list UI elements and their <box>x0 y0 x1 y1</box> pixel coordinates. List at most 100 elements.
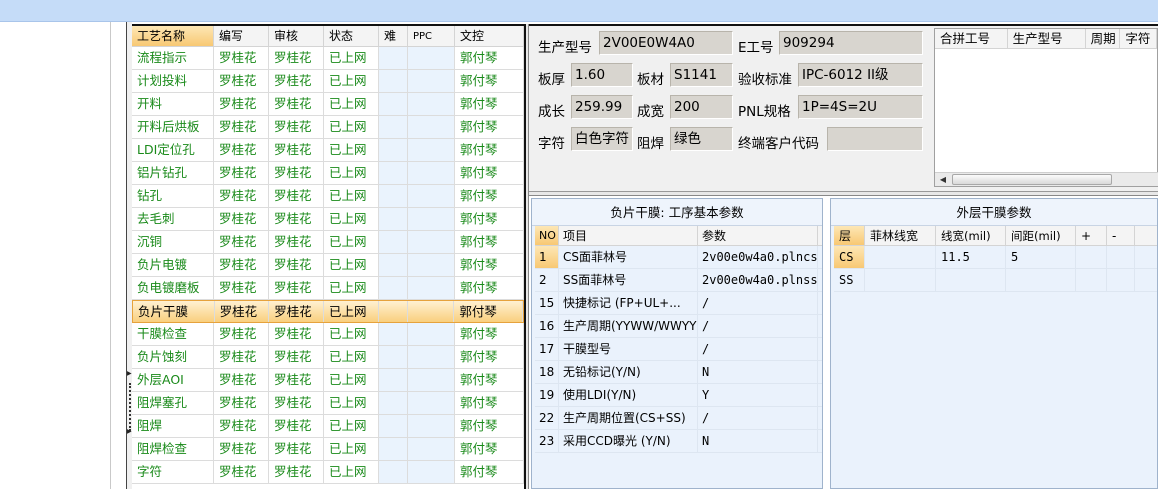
editor-cell: 罗桂花 <box>214 162 269 184</box>
table-row[interactable]: 流程指示 罗桂花 罗桂花 已上网 郭付琴 <box>132 47 524 70</box>
difficulty-cell <box>379 208 408 230</box>
process-name-cell: 阻焊检查 <box>132 438 214 460</box>
table-row[interactable]: 字符 罗桂花 罗桂花 已上网 郭付琴 <box>132 461 524 484</box>
col-header-difficulty[interactable]: 难 <box>379 26 408 46</box>
model-field[interactable]: 2V00E0W4A0 <box>599 31 733 55</box>
col-header-reviewer[interactable]: 审核 <box>269 26 324 46</box>
table-row[interactable]: 阻焊塞孔 罗桂花 罗桂花 已上网 郭付琴 <box>132 392 524 415</box>
reviewer-cell: 罗桂花 <box>269 185 324 207</box>
table-row[interactable]: 阻焊检查 罗桂花 罗桂花 已上网 郭付琴 <box>132 438 524 461</box>
table-row[interactable]: 开料后烘板 罗桂花 罗桂花 已上网 郭付琴 <box>132 116 524 139</box>
process-name-cell: 开料 <box>132 93 214 115</box>
table-row[interactable]: 外层AOI 罗桂花 罗桂花 已上网 郭付琴 <box>132 369 524 392</box>
table-row[interactable]: 19 使用LDI(Y/N) Y <box>535 384 822 407</box>
table-row[interactable]: 负电镀磨板 罗桂花 罗桂花 已上网 郭付琴 <box>132 277 524 300</box>
splitter-arrow-right-icon[interactable]: ▶ <box>127 371 132 377</box>
scroll-thumb[interactable] <box>952 174 1112 185</box>
reviewer-cell: 罗桂花 <box>269 231 324 253</box>
param-cell[interactable]: 2v00e0w4a0.plnss <box>698 269 818 291</box>
col-header-layer[interactable]: 层 <box>834 226 865 245</box>
table-row[interactable]: 沉铜 罗桂花 罗桂花 已上网 郭付琴 <box>132 231 524 254</box>
param-cell[interactable]: / <box>698 292 818 314</box>
col-header-process-name[interactable]: 工艺名称 <box>132 26 214 46</box>
table-row[interactable]: 2 SS面菲林号 2v00e0w4a0.plnss <box>535 269 822 292</box>
param-cell[interactable]: / <box>698 315 818 337</box>
process-name-cell: 沉铜 <box>132 231 214 253</box>
table-row[interactable]: SS <box>834 269 1157 292</box>
col-header-merge-model[interactable]: 生产型号 <box>1008 29 1086 48</box>
no-cell: 17 <box>535 338 559 360</box>
table-row[interactable]: CS 11.5 5 <box>834 246 1157 269</box>
table-row[interactable]: 16 生产周期(YYWW/WWYY) / <box>535 315 822 338</box>
param-cell[interactable]: N <box>698 361 818 383</box>
param-cell[interactable]: / <box>698 338 818 360</box>
table-row[interactable]: 负片干膜 罗桂花 罗桂花 已上网 郭付琴 <box>132 300 524 323</box>
col-header-gap-mil[interactable]: 间距(mil) <box>1006 226 1076 245</box>
param-cell[interactable]: / <box>698 407 818 429</box>
col-header-linewidth-mil[interactable]: 线宽(mil) <box>936 226 1006 245</box>
table-row[interactable]: 负片电镀 罗桂花 罗桂花 已上网 郭付琴 <box>132 254 524 277</box>
col-header-merge-eno[interactable]: 合拼工号 <box>935 29 1008 48</box>
table-row[interactable]: 18 无铅标记(Y/N) N <box>535 361 822 384</box>
splitter-grip-icon[interactable] <box>129 383 131 431</box>
ppc-cell <box>408 93 455 115</box>
pnl-field[interactable]: 1P=4S=2U <box>798 95 923 119</box>
gap-cell[interactable] <box>1006 269 1076 291</box>
col-header-film-linewidth[interactable]: 菲林线宽 <box>865 226 936 245</box>
col-header-param[interactable]: 参数 <box>698 226 818 245</box>
param-cell[interactable]: Y <box>698 384 818 406</box>
process-grid[interactable]: 工艺名称 编写 审核 状态 难 PPC 文控 流程指示 罗桂花 罗桂花 已上网 郭付琴计… <box>132 24 524 489</box>
col-header-editor[interactable]: 编写 <box>214 26 269 46</box>
col-header-ppc[interactable]: PPC <box>408 26 455 46</box>
linewidth-cell[interactable]: 11.5 <box>936 246 1006 268</box>
table-row[interactable]: 22 生产周期位置(CS+SS) / <box>535 407 822 430</box>
table-row[interactable]: 去毛刺 罗桂花 罗桂花 已上网 郭付琴 <box>132 208 524 231</box>
table-row[interactable]: 1 CS面菲林号 2v00e0w4a0.plncs <box>535 246 822 269</box>
thickness-field[interactable]: 1.60 <box>571 63 633 87</box>
table-row[interactable]: LDI定位孔 罗桂花 罗桂花 已上网 郭付琴 <box>132 139 524 162</box>
table-row[interactable]: 开料 罗桂花 罗桂花 已上网 郭付琴 <box>132 93 524 116</box>
table-row[interactable]: 钻孔 罗桂花 罗桂花 已上网 郭付琴 <box>132 185 524 208</box>
table-row[interactable]: 负片蚀刻 罗桂花 罗桂花 已上网 郭付琴 <box>132 346 524 369</box>
empty-cell <box>1076 246 1107 268</box>
film-linewidth-cell[interactable] <box>865 246 936 268</box>
col-header-merge-legend[interactable]: 字符 <box>1120 29 1157 48</box>
material-field[interactable]: S1141 <box>670 63 733 87</box>
doc-control-cell: 郭付琴 <box>455 47 524 69</box>
film-linewidth-cell[interactable] <box>865 269 936 291</box>
width-field[interactable]: 200 <box>670 95 733 119</box>
table-row[interactable]: 17 干膜型号 / <box>535 338 822 361</box>
ppc-cell <box>408 208 455 230</box>
table-row[interactable]: 干膜检查 罗桂花 罗桂花 已上网 郭付琴 <box>132 323 524 346</box>
customer-field[interactable] <box>827 127 923 151</box>
add-column-button[interactable]: + <box>1076 226 1107 245</box>
col-header-merge-period[interactable]: 周期 <box>1086 29 1121 48</box>
col-header-item[interactable]: 项目 <box>559 226 698 245</box>
col-header-doc-control[interactable]: 文控 <box>455 26 524 46</box>
splitter-arrow-right-icon[interactable]: ▶ <box>127 429 132 435</box>
col-header-status[interactable]: 状态 <box>324 26 379 46</box>
horizontal-splitter[interactable] <box>529 191 1158 196</box>
param-cell[interactable]: N <box>698 430 818 452</box>
col-header-no[interactable]: NO <box>535 226 559 245</box>
table-row[interactable]: 铝片钻孔 罗桂花 罗桂花 已上网 郭付琴 <box>132 162 524 185</box>
reviewer-cell: 罗桂花 <box>269 323 324 345</box>
table-row[interactable]: 阻焊 罗桂花 罗桂花 已上网 郭付琴 <box>132 415 524 438</box>
merge-grid[interactable]: 合拼工号 生产型号 周期 字符 ◀ <box>934 28 1158 187</box>
table-row[interactable]: 23 采用CCD曝光 (Y/N) N <box>535 430 822 453</box>
param-cell[interactable]: 2v00e0w4a0.plncs <box>698 246 818 268</box>
scroll-left-icon[interactable]: ◀ <box>935 173 951 186</box>
standard-field[interactable]: IPC-6012 II级 <box>798 63 923 87</box>
table-row[interactable]: 计划投料 罗桂花 罗桂花 已上网 郭付琴 <box>132 70 524 93</box>
eno-field[interactable]: 909294 <box>779 31 923 55</box>
mask-field[interactable]: 绿色 <box>670 127 733 151</box>
merge-grid-header: 合拼工号 生产型号 周期 字符 <box>935 29 1157 49</box>
linewidth-cell[interactable] <box>936 269 1006 291</box>
merge-grid-hscrollbar[interactable]: ◀ <box>935 172 1158 186</box>
remove-column-button[interactable]: - <box>1107 226 1135 245</box>
legend-field[interactable]: 白色字符 <box>571 127 633 151</box>
status-cell: 已上网 <box>324 116 379 138</box>
gap-cell[interactable]: 5 <box>1006 246 1076 268</box>
length-field[interactable]: 259.99 <box>571 95 633 119</box>
table-row[interactable]: 15 快捷标记 (FP+UL+... / <box>535 292 822 315</box>
